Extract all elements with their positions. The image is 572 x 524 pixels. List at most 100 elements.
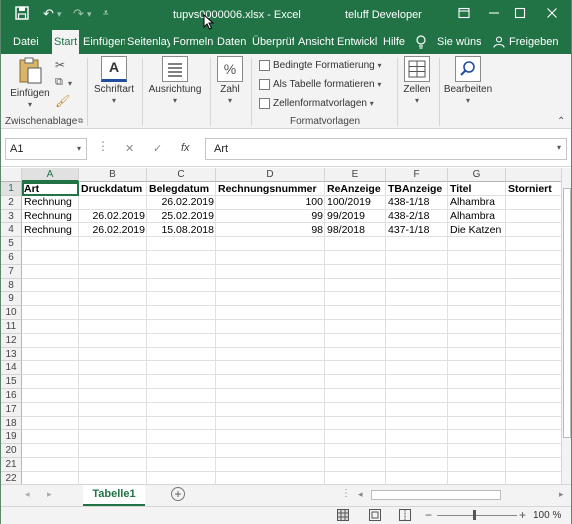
collapse-ribbon-icon[interactable]: ⌃	[557, 116, 565, 127]
tab-daten[interactable]: Daten	[215, 30, 249, 54]
data-cell[interactable]: Rechnung	[22, 196, 79, 209]
cells-button[interactable]: Zellen ▾	[401, 56, 433, 106]
row-header[interactable]: 11	[1, 320, 22, 334]
column-header-c[interactable]: C	[147, 168, 216, 182]
zoom-level[interactable]: 100 %	[533, 510, 561, 521]
row-header[interactable]: 7	[1, 264, 22, 279]
alignment-button[interactable]: Ausrichtung ▾	[145, 56, 205, 106]
name-box[interactable]: A1	[5, 138, 87, 160]
data-cell[interactable]: Alhambra	[448, 210, 506, 223]
tab-ueberpruefen[interactable]: Überprüf	[250, 30, 294, 54]
data-cell[interactable]: 100/2019	[325, 196, 386, 209]
expand-formula-bar-icon[interactable]: ▾	[557, 143, 561, 152]
data-cell[interactable]: 26.02.2019	[79, 210, 147, 223]
row-header[interactable]: 17	[1, 402, 22, 417]
data-cell[interactable]: 100	[216, 196, 325, 209]
scroll-left-icon[interactable]: ◂	[358, 489, 363, 500]
paste-button[interactable]: Einfügen ▾	[9, 56, 51, 110]
row-header[interactable]: 4	[1, 223, 22, 238]
header-cell[interactable]: Belegdatum	[147, 183, 216, 196]
format-as-table-button[interactable]: Als Tabelle formatieren ▾	[259, 76, 381, 94]
row-header[interactable]: 13	[1, 347, 22, 362]
row-header[interactable]: 12	[1, 333, 22, 348]
ribbon-display-icon[interactable]	[451, 4, 477, 26]
user-name[interactable]: teluff Developer	[345, 9, 422, 21]
lightbulb-icon[interactable]	[415, 35, 427, 52]
undo-dropdown-icon[interactable]: ▾	[57, 6, 62, 22]
copy-dropdown-icon[interactable]: ▾	[68, 79, 72, 88]
formula-input[interactable]: Art	[205, 138, 567, 160]
normal-view-icon[interactable]	[337, 509, 349, 524]
customize-qat-icon[interactable]: ⩡	[103, 6, 109, 22]
row-header[interactable]: 19	[1, 430, 22, 445]
column-header-a[interactable]: A	[22, 168, 79, 182]
zoom-slider[interactable]	[437, 515, 517, 516]
tell-me-search[interactable]: Sie wünsc	[435, 30, 481, 54]
row-header[interactable]: 3	[1, 209, 22, 224]
share-button[interactable]: Freigeben	[507, 30, 567, 54]
name-box-dropdown-icon[interactable]: ▾	[77, 144, 81, 153]
split-handle-icon[interactable]: ⋮	[341, 488, 351, 499]
number-button[interactable]: % Zahl ▾	[215, 56, 245, 106]
row-header[interactable]: 18	[1, 416, 22, 431]
scroll-sheets-right-icon[interactable]: ▸	[47, 489, 52, 500]
page-layout-view-icon[interactable]	[369, 509, 381, 524]
data-cell[interactable]: Alhambra	[448, 196, 506, 209]
data-cell[interactable]: 26.02.2019	[147, 196, 216, 209]
data-cell[interactable]: 438-2/18	[386, 210, 448, 223]
column-header-b[interactable]: B	[79, 168, 147, 182]
insert-function-icon[interactable]: fx	[181, 142, 190, 154]
row-header[interactable]: 1	[1, 182, 22, 196]
cell-styles-button[interactable]: Zellenformatvorlagen ▾	[259, 95, 374, 113]
tab-einfuegen[interactable]: Einfügen	[81, 30, 125, 54]
tab-seitenlayout[interactable]: Seitenlay	[125, 30, 170, 54]
tab-ansicht[interactable]: Ansicht	[296, 30, 334, 54]
share-icon[interactable]	[493, 36, 505, 51]
row-header[interactable]: 14	[1, 361, 22, 376]
data-cell[interactable]: Rechnung	[22, 210, 79, 223]
row-header[interactable]: 10	[1, 306, 22, 320]
tab-start[interactable]: Start	[52, 30, 79, 54]
zoom-out-icon[interactable]: −	[425, 508, 432, 522]
sheet-tab-tabelle1[interactable]: Tabelle1	[83, 485, 145, 506]
vertical-scrollbar-thumb[interactable]	[563, 188, 571, 438]
maximize-icon[interactable]	[507, 4, 533, 26]
format-painter-icon[interactable]: 🖌	[55, 94, 70, 108]
copy-icon[interactable]: ⧉	[55, 76, 63, 89]
editing-button[interactable]: Bearbeiten ▾	[443, 56, 493, 106]
data-cell[interactable]: 98	[216, 224, 325, 237]
data-cell[interactable]: 98/2018	[325, 224, 386, 237]
header-cell[interactable]: Rechnungsnummer	[216, 183, 325, 196]
header-cell[interactable]: TBAnzeige	[386, 183, 448, 196]
tab-datei[interactable]: Datei	[11, 30, 41, 54]
row-header[interactable]: 2	[1, 195, 22, 210]
column-header-g[interactable]: G	[448, 168, 506, 182]
enter-icon[interactable]: ✓	[153, 142, 162, 155]
tab-hilfe[interactable]: Hilfe	[381, 30, 407, 54]
header-cell[interactable]: Titel	[448, 183, 506, 196]
cut-icon[interactable]: ✂	[55, 58, 65, 72]
page-break-view-icon[interactable]	[399, 509, 411, 524]
column-header-f[interactable]: F	[386, 168, 448, 182]
select-all-corner[interactable]	[1, 168, 22, 182]
zoom-in-icon[interactable]: +	[519, 508, 526, 522]
column-header-d[interactable]: D	[216, 168, 325, 182]
data-cell[interactable]: Rechnung	[22, 224, 79, 237]
data-cell[interactable]: 25.02.2019	[147, 210, 216, 223]
data-cell[interactable]: 26.02.2019	[79, 224, 147, 237]
header-cell[interactable]: ReAnzeige	[325, 183, 386, 196]
data-cell[interactable]: Die Katzen	[448, 224, 506, 237]
close-icon[interactable]	[539, 4, 565, 26]
row-header[interactable]: 16	[1, 389, 22, 403]
conditional-formatting-button[interactable]: Bedingte Formatierung ▾	[259, 57, 382, 75]
redo-dropdown-icon[interactable]: ▾	[87, 6, 92, 22]
dialog-launcher-icon[interactable]: ⧉	[78, 118, 83, 126]
tab-entwicklertools[interactable]: Entwickl	[335, 30, 380, 54]
cancel-icon[interactable]: ✕	[125, 142, 134, 155]
horizontal-scrollbar-thumb[interactable]	[371, 490, 501, 500]
scroll-right-icon[interactable]: ▸	[559, 489, 564, 500]
row-header[interactable]: 9	[1, 292, 22, 307]
data-cell[interactable]: 15.08.2018	[147, 224, 216, 237]
data-cell[interactable]: 437-1/18	[386, 224, 448, 237]
undo-icon[interactable]: ↶	[43, 6, 54, 22]
